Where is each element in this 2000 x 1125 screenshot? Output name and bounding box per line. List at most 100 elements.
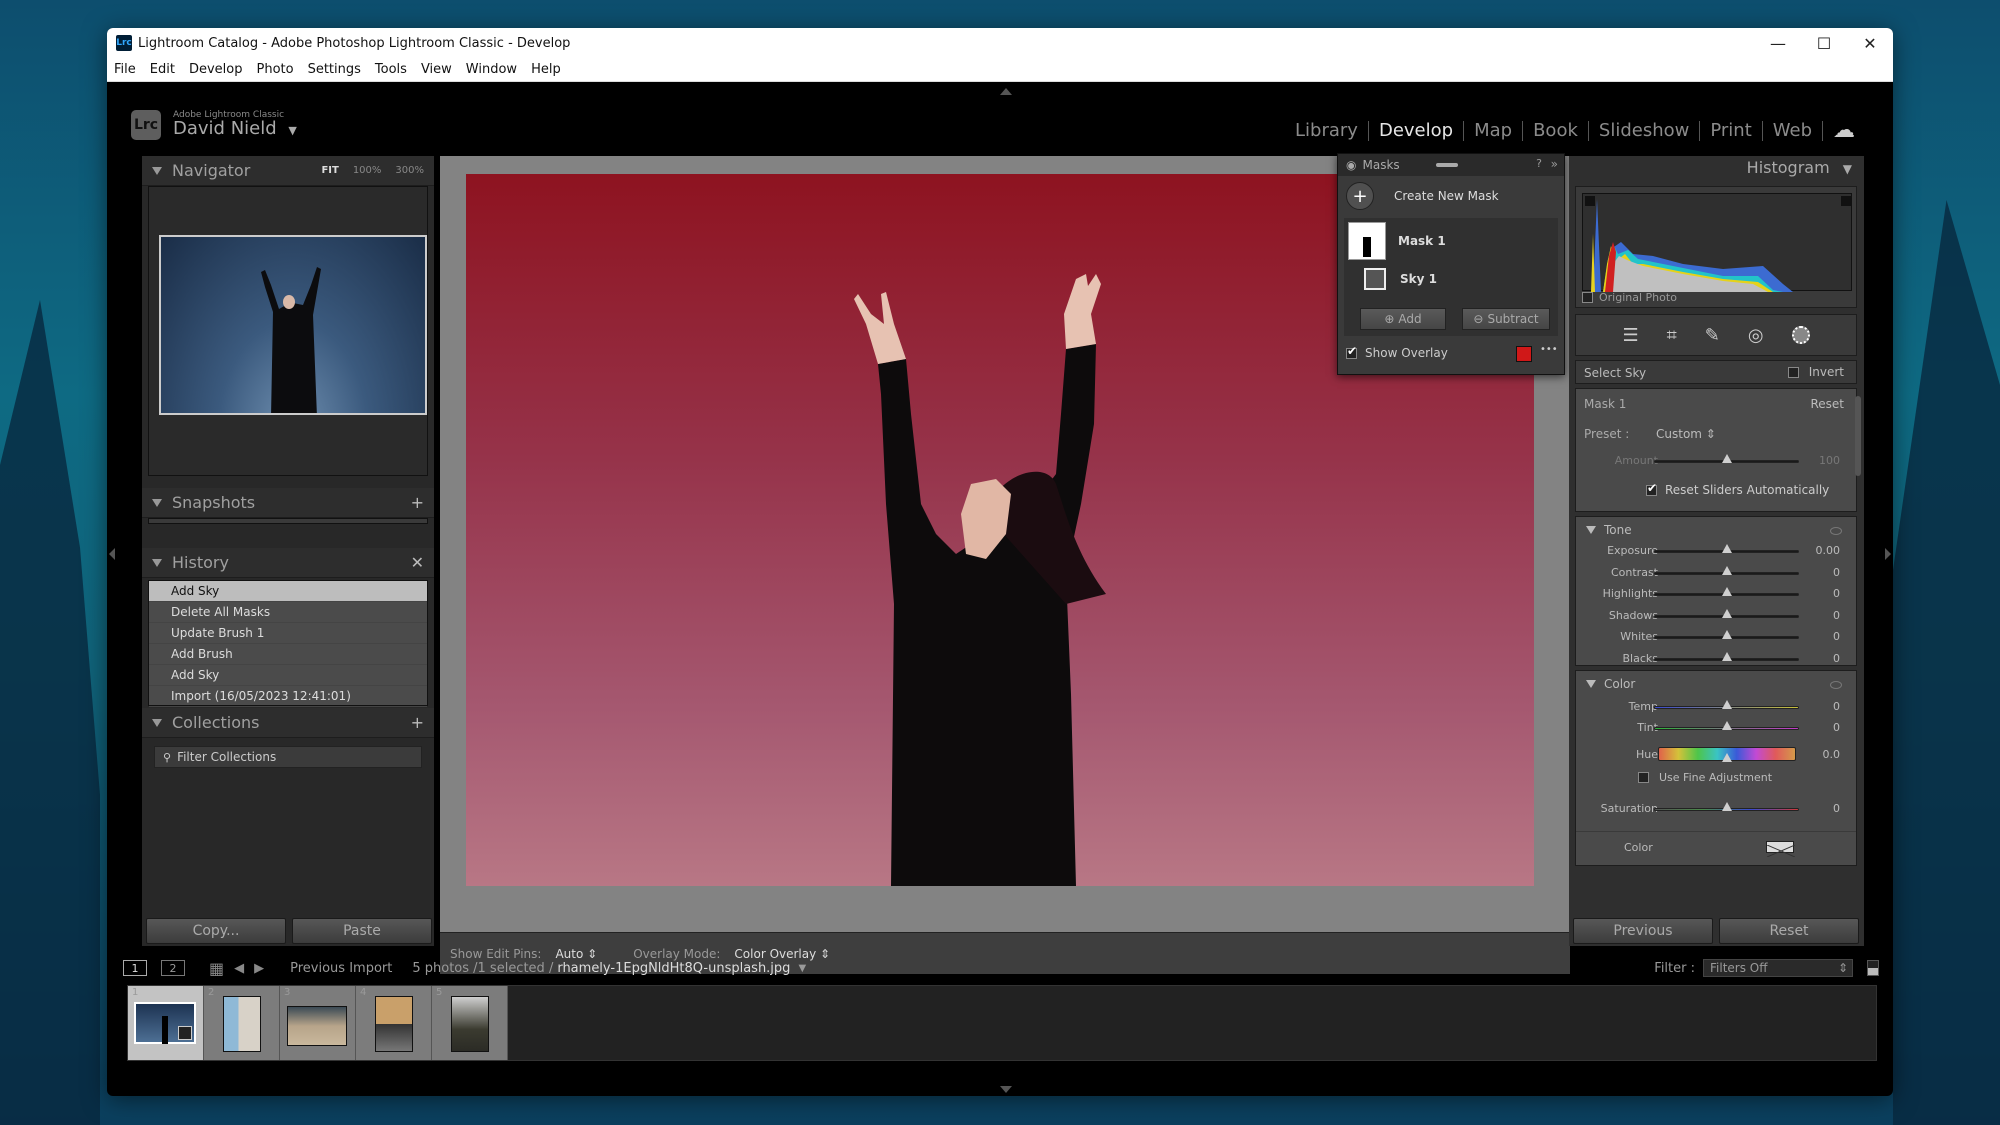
slider-thumb[interactable] <box>1722 753 1732 762</box>
right-panel-scrollbar[interactable] <box>1855 396 1861 476</box>
slider-thumb[interactable] <box>1721 544 1732 553</box>
color-swatch-empty[interactable] <box>1766 841 1796 858</box>
navigator-thumbnail[interactable] <box>159 235 427 415</box>
more-options-icon[interactable]: ••• <box>1540 344 1558 355</box>
masking-icon[interactable] <box>1791 326 1810 344</box>
history-item[interactable]: Add Brush <box>149 644 427 665</box>
top-panel-toggle-icon[interactable] <box>1000 88 1012 95</box>
filmstrip-cell[interactable]: 2 <box>204 986 280 1060</box>
module-print[interactable]: Print <box>1700 120 1761 141</box>
history-header[interactable]: History ✕ <box>142 548 434 578</box>
menu-settings[interactable]: Settings <box>301 62 368 77</box>
add-collection-icon[interactable]: + <box>411 713 424 732</box>
show-overlay-toggle[interactable]: Show Overlay <box>1346 344 1448 360</box>
forward-arrow-icon[interactable]: ▶ <box>254 961 264 976</box>
maximize-button[interactable]: ☐ <box>1801 28 1847 58</box>
filmstrip-cell[interactable]: 3 <box>280 986 356 1060</box>
right-panel-toggle-icon[interactable] <box>1885 548 1891 560</box>
slider-value[interactable]: 0 <box>1833 652 1840 665</box>
history-item[interactable]: Import (16/05/2023 12:41:01) <box>149 686 427 707</box>
slider-thumb[interactable] <box>1721 608 1732 618</box>
filter-lock-toggle[interactable] <box>1867 960 1879 976</box>
crop-icon[interactable]: ⌗ <box>1667 325 1677 346</box>
left-panel-toggle-icon[interactable] <box>109 548 115 560</box>
slider-thumb[interactable] <box>1721 587 1732 596</box>
menu-edit[interactable]: Edit <box>143 62 182 77</box>
source-label[interactable]: Previous Import <box>290 961 392 976</box>
temp-slider[interactable]: Temp 0 <box>1576 697 1858 717</box>
filmstrip-cell[interactable]: 1 <box>128 986 204 1060</box>
eye-icon[interactable]: ◉ <box>1346 158 1356 172</box>
slider-thumb[interactable] <box>1721 454 1732 463</box>
filmstrip-cell[interactable]: 4 <box>356 986 432 1060</box>
slider-value[interactable]: 0 <box>1833 721 1840 734</box>
mask-component[interactable]: Sky 1 <box>1364 268 1437 290</box>
shadow-clipping-icon[interactable] <box>1585 196 1595 206</box>
cloud-icon[interactable]: ☁ <box>1823 118 1865 143</box>
red-eye-icon[interactable]: ◎ <box>1748 325 1764 346</box>
module-web[interactable]: Web <box>1763 120 1822 141</box>
collections-header[interactable]: Collections + <box>142 708 434 738</box>
copy-button[interactable]: Copy... <box>146 918 286 944</box>
tone-slider-contrast[interactable]: Contrast 0 <box>1576 563 1858 583</box>
fine-adjustment-toggle[interactable]: Use Fine Adjustment <box>1638 771 1772 784</box>
slider-thumb[interactable] <box>1721 700 1732 709</box>
menu-file[interactable]: File <box>107 62 143 77</box>
slider-value[interactable]: 0.0 <box>1823 748 1841 761</box>
history-item[interactable]: Add Sky <box>149 581 427 602</box>
module-book[interactable]: Book <box>1523 120 1588 141</box>
module-map[interactable]: Map <box>1464 120 1522 141</box>
tone-slider-exposure[interactable]: Exposure 0.00 <box>1576 541 1858 561</box>
paste-button[interactable]: Paste <box>292 918 432 944</box>
menu-window[interactable]: Window <box>459 62 524 77</box>
help-icon[interactable]: ? <box>1536 157 1542 170</box>
slider-value[interactable]: 0 <box>1833 630 1840 643</box>
menu-help[interactable]: Help <box>524 62 568 77</box>
tone-slider-highlights[interactable]: Highlights 0 <box>1576 584 1858 604</box>
reset-sliders-checkbox[interactable] <box>1646 481 1657 496</box>
zoom-300[interactable]: 300% <box>395 165 424 176</box>
slider-thumb[interactable] <box>1721 630 1732 639</box>
reset-sliders-toggle[interactable]: Reset Sliders Automatically <box>1646 481 1829 497</box>
menu-tools[interactable]: Tools <box>368 62 414 77</box>
slider-thumb[interactable] <box>1721 651 1732 661</box>
collapse-panel-icon[interactable]: » <box>1551 157 1558 171</box>
histogram-graph[interactable] <box>1582 193 1852 292</box>
navigator-preview[interactable] <box>148 186 428 476</box>
module-library[interactable]: Library <box>1285 120 1368 141</box>
filmstrip-cell[interactable]: 5 <box>432 986 508 1060</box>
amount-slider[interactable]: Amount 100 <box>1576 451 1858 471</box>
history-item[interactable]: Update Brush 1 <box>149 623 427 644</box>
bottom-panel-toggle-icon[interactable] <box>1000 1086 1012 1093</box>
second-window-button[interactable]: 2 <box>161 960 185 976</box>
preset-select[interactable]: Custom ⇕ <box>1656 427 1716 441</box>
menu-photo[interactable]: Photo <box>249 62 300 77</box>
close-button[interactable]: ✕ <box>1847 28 1893 58</box>
show-overlay-checkbox[interactable] <box>1346 344 1357 359</box>
history-item[interactable]: Delete All Masks <box>149 602 427 623</box>
back-arrow-icon[interactable]: ◀ <box>234 961 244 976</box>
add-mask-button[interactable]: ⊕ Add <box>1360 308 1446 330</box>
healing-icon[interactable]: ✎ <box>1705 325 1720 346</box>
highlight-clipping-icon[interactable] <box>1841 196 1851 206</box>
menu-develop[interactable]: Develop <box>182 62 250 77</box>
main-window-button[interactable]: 1 <box>123 960 147 976</box>
eye-icon[interactable] <box>1830 527 1842 535</box>
slider-value[interactable]: 0 <box>1833 700 1840 713</box>
histogram-header[interactable]: Histogram ▼ <box>1747 158 1852 177</box>
navigator-header[interactable]: Navigator FIT 100% 300% <box>142 156 434 186</box>
menu-view[interactable]: View <box>414 62 459 77</box>
saturation-slider[interactable]: Saturation 0 <box>1576 799 1858 819</box>
tone-slider-shadows[interactable]: Shadows 0 <box>1576 606 1858 626</box>
slider-thumb[interactable] <box>1721 721 1732 730</box>
slider-value[interactable]: 100 <box>1819 454 1840 467</box>
mask-item[interactable]: Mask 1 <box>1348 222 1446 260</box>
slider-value[interactable]: 0 <box>1833 587 1840 600</box>
eye-icon[interactable] <box>1830 681 1842 689</box>
zoom-100[interactable]: 100% <box>353 165 382 176</box>
filter-select[interactable]: Filters Off ⇕ <box>1703 959 1853 977</box>
drag-handle[interactable] <box>1436 163 1458 167</box>
tone-slider-blacks[interactable]: Blacks 0 <box>1576 649 1858 669</box>
tone-header[interactable]: Tone <box>1586 523 1632 537</box>
edit-sliders-icon[interactable]: ☰ <box>1622 325 1638 346</box>
